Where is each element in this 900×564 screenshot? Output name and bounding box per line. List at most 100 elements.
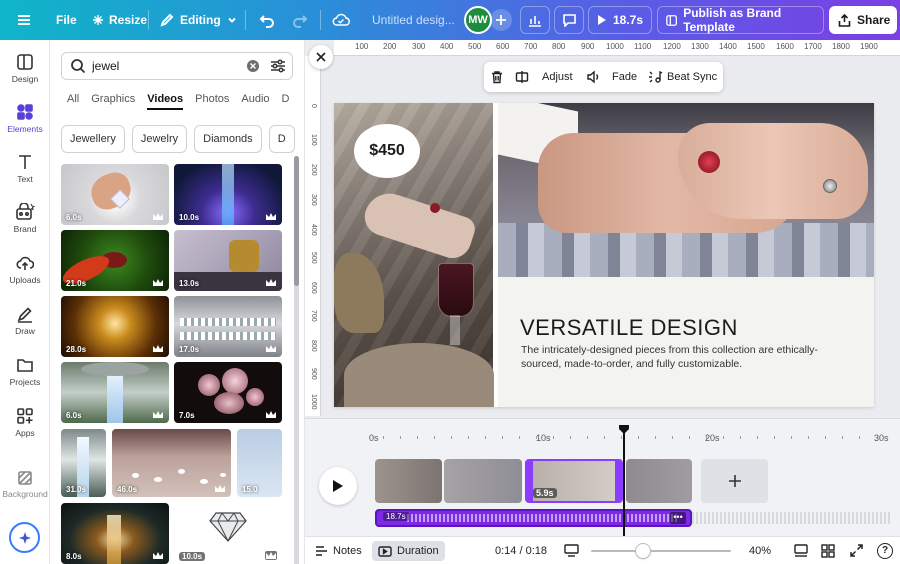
premium-crown-icon — [153, 213, 163, 220]
clip-trim-handle-right[interactable] — [615, 461, 621, 501]
chip-jewelry[interactable]: Jewelry — [131, 125, 188, 153]
undo-button[interactable] — [259, 0, 275, 40]
play-icon — [333, 480, 343, 492]
flip-button[interactable] — [515, 70, 529, 84]
add-collaborator-button[interactable] — [490, 9, 512, 31]
timeline-clip[interactable] — [626, 459, 692, 503]
tab-all[interactable]: All — [67, 92, 79, 110]
page-view-button[interactable] — [794, 544, 808, 557]
comments-button[interactable] — [554, 6, 584, 34]
rail-item-elements[interactable]: Elements — [0, 94, 50, 142]
video-thumb[interactable]: 7.0s — [174, 362, 282, 423]
resize-button[interactable]: Resize — [92, 0, 147, 40]
rail-item-apps[interactable]: Apps — [0, 398, 50, 446]
video-thumb[interactable]: 10.0s — [174, 164, 282, 225]
clear-search-icon[interactable] — [246, 59, 260, 73]
video-thumb[interactable]: 21.0s — [61, 230, 169, 291]
playback-time: 0:14 / 0:18 — [495, 544, 547, 557]
tab-audio[interactable]: Audio — [241, 92, 269, 110]
premium-crown-icon — [153, 411, 163, 418]
clip-trim-handle-left[interactable] — [527, 461, 533, 501]
timeline-clip-selected[interactable]: 5.9s — [525, 459, 623, 503]
thumbnail-view-button[interactable] — [564, 544, 579, 557]
pen-icon — [17, 306, 32, 323]
speaker-icon — [587, 70, 599, 84]
redo-icon — [293, 15, 308, 28]
audio-waveform-extension — [692, 512, 892, 524]
tab-videos[interactable]: Videos — [147, 92, 184, 110]
video-thumb[interactable]: 10.0s — [174, 503, 282, 564]
video-thumb[interactable]: 6.0s — [61, 362, 169, 423]
fade-button[interactable]: Fade — [612, 71, 637, 83]
play-icon — [597, 15, 606, 25]
tab-photos[interactable]: Photos — [195, 92, 229, 110]
heading-text[interactable]: VERSATILE DESIGN — [520, 315, 738, 341]
rail-item-design[interactable]: Design — [0, 44, 50, 92]
beat-sync-button[interactable]: Beat Sync — [648, 70, 717, 84]
video-thumb[interactable]: 13.0s — [174, 230, 282, 291]
menu-button[interactable] — [16, 0, 32, 40]
magic-assistant-button[interactable] — [9, 522, 40, 553]
tab-graphics[interactable]: Graphics — [91, 92, 135, 110]
playhead[interactable] — [623, 428, 625, 537]
grid-view-button[interactable] — [821, 543, 835, 558]
rail-item-uploads[interactable]: Uploads — [0, 245, 50, 293]
delete-button[interactable] — [490, 70, 504, 84]
video-thumb[interactable]: 31.0s — [61, 429, 106, 497]
fullscreen-button[interactable] — [850, 544, 863, 557]
add-page-button[interactable] — [701, 459, 768, 503]
rail-item-draw[interactable]: Draw — [0, 296, 50, 344]
premium-crown-icon — [153, 552, 163, 559]
file-menu[interactable]: File — [56, 0, 77, 40]
video-thumb[interactable]: 17.0s — [174, 296, 282, 357]
filter-sliders-icon[interactable] — [270, 58, 286, 74]
duration-button[interactable]: Duration — [372, 541, 445, 561]
price-badge[interactable]: $450 — [354, 124, 420, 178]
rail-item-background[interactable]: Background — [0, 460, 50, 508]
close-panel-button[interactable] — [309, 45, 333, 69]
timeline-play-button[interactable] — [319, 467, 357, 505]
present-play-button[interactable]: 18.7s — [588, 6, 652, 34]
chip-jewellery[interactable]: Jewellery — [61, 125, 125, 153]
shapes-icon — [17, 103, 33, 120]
search-input[interactable] — [92, 59, 232, 73]
help-button[interactable]: ? — [877, 542, 893, 559]
rail-item-brand[interactable]: Brand — [0, 194, 50, 242]
video-thumb[interactable]: 28.0s — [61, 296, 169, 357]
redo-button[interactable] — [292, 0, 308, 40]
hands-photo[interactable] — [498, 103, 874, 277]
audio-more-options[interactable]: ••• — [670, 512, 686, 524]
panel-scrollbar[interactable] — [294, 156, 299, 564]
playhead-marker-icon[interactable] — [619, 425, 629, 435]
tab-more[interactable]: D — [282, 92, 290, 110]
share-button[interactable]: Share — [829, 6, 897, 34]
notes-button[interactable]: Notes — [315, 545, 362, 557]
user-avatar[interactable]: MW — [464, 6, 492, 34]
zoom-level[interactable]: 40% — [749, 545, 771, 557]
comment-icon — [562, 14, 576, 27]
scrollbar-thumb[interactable] — [294, 156, 299, 286]
insights-button[interactable] — [520, 6, 550, 34]
timeline-clip[interactable] — [444, 459, 522, 503]
design-canvas[interactable]: $450 VERSATILE DESIGN The intricately-de… — [334, 103, 874, 407]
adjust-button[interactable]: Adjust — [542, 71, 573, 83]
zoom-slider-thumb[interactable] — [636, 544, 650, 558]
video-thumb[interactable]: 46.0s — [112, 429, 231, 497]
timeline-clip[interactable] — [375, 459, 442, 503]
editing-mode-dropdown[interactable]: Editing — [160, 0, 237, 40]
rail-item-projects[interactable]: Projects — [0, 347, 50, 395]
design-title[interactable]: Untitled desig... — [372, 0, 455, 40]
publish-brand-template-button[interactable]: Publish as Brand Template — [657, 6, 824, 34]
zoom-slider[interactable] — [591, 544, 731, 558]
audio-track-selected[interactable]: 18.7s ••• — [375, 509, 692, 527]
video-thumb[interactable]: 6.0s — [61, 164, 169, 225]
video-thumb[interactable]: 8.0s — [61, 503, 169, 564]
volume-button[interactable] — [586, 70, 601, 84]
video-thumb[interactable]: 15.0 — [237, 429, 282, 497]
body-text[interactable]: The intricately-designed pieces from thi… — [521, 343, 851, 371]
cloud-save-status[interactable] — [332, 0, 350, 40]
chip-diamonds[interactable]: Diamonds — [194, 125, 262, 153]
rail-item-text[interactable]: Text — [0, 144, 50, 192]
text-section — [498, 277, 874, 407]
chip-more[interactable]: D — [268, 125, 295, 153]
